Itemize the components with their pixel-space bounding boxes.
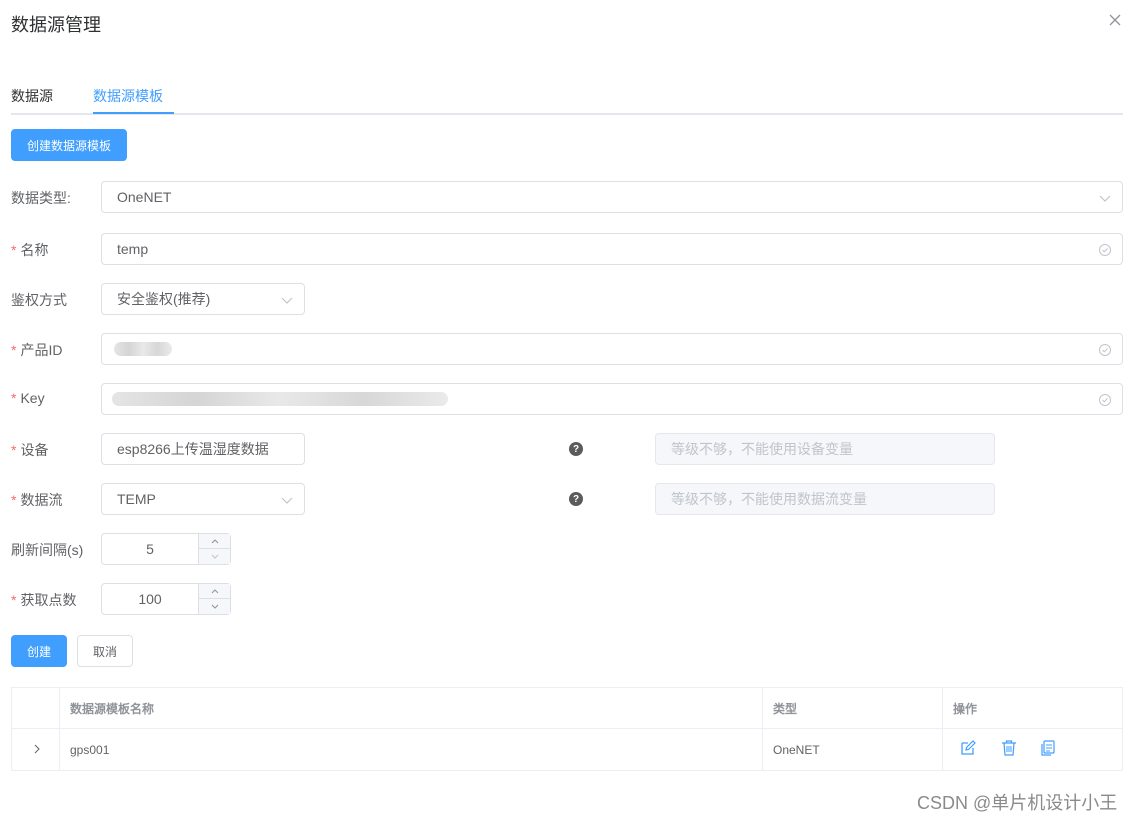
name-input[interactable]: temp xyxy=(101,233,1123,265)
device-label: * 设备 xyxy=(11,442,49,458)
increase-button[interactable] xyxy=(199,584,230,599)
device-variable-input: 等级不够，不能使用设备变量 xyxy=(655,433,995,465)
key-label: * Key xyxy=(11,390,45,406)
data-type-label: 数据类型: xyxy=(11,190,71,206)
name-label: * 名称 xyxy=(11,242,49,258)
create-button[interactable]: 创建 xyxy=(11,635,67,667)
product-id-label: * 产品ID xyxy=(11,342,63,358)
device-select[interactable]: esp8266上传温湿度数据 xyxy=(101,433,305,465)
redacted-value xyxy=(114,342,172,356)
copy-icon[interactable] xyxy=(1039,739,1057,757)
template-table: 数据源模板名称 类型 操作 gps001 OneNET xyxy=(11,687,1123,771)
refresh-interval-label: 刷新间隔(s) xyxy=(11,542,84,558)
delete-icon[interactable] xyxy=(1000,739,1018,757)
column-header-type: 类型 xyxy=(773,701,798,716)
points-label: * 获取点数 xyxy=(11,592,77,608)
question-icon[interactable]: ? xyxy=(569,492,583,506)
decrease-button[interactable] xyxy=(199,599,230,614)
chevron-up-icon xyxy=(211,539,218,544)
datastream-select[interactable]: TEMP xyxy=(101,483,305,515)
tab-data-source[interactable]: 数据源 xyxy=(11,86,53,106)
key-input[interactable] xyxy=(101,383,1123,415)
active-tab-indicator xyxy=(93,112,174,114)
refresh-interval-stepper: 5 xyxy=(101,533,231,565)
check-circle-icon xyxy=(1099,344,1111,356)
question-icon[interactable]: ? xyxy=(569,442,583,456)
refresh-interval-input[interactable]: 5 xyxy=(102,534,198,564)
chevron-right-icon[interactable] xyxy=(31,743,43,755)
chevron-down-icon xyxy=(211,554,218,559)
watermark: CSDN @单片机设计小王 xyxy=(917,793,1118,813)
template-type-cell: OneNET xyxy=(773,743,820,757)
auth-select[interactable]: 安全鉴权(推荐) xyxy=(101,283,305,315)
column-header-actions: 操作 xyxy=(953,701,978,716)
column-header-name: 数据源模板名称 xyxy=(70,701,155,716)
datastream-variable-input: 等级不够，不能使用数据流变量 xyxy=(655,483,995,515)
increase-button[interactable] xyxy=(199,534,230,549)
datastream-label: * 数据流 xyxy=(11,492,63,508)
decrease-button[interactable] xyxy=(199,549,230,564)
chevron-down-icon xyxy=(281,497,293,504)
redacted-value xyxy=(112,392,448,406)
dialog-title: 数据源管理 xyxy=(11,15,101,35)
points-input[interactable]: 100 xyxy=(102,584,198,614)
auth-label: 鉴权方式 xyxy=(11,292,67,308)
product-id-input[interactable] xyxy=(101,333,1123,365)
close-icon[interactable] xyxy=(1106,11,1124,29)
check-circle-icon xyxy=(1099,394,1111,406)
data-type-select[interactable]: OneNET xyxy=(101,181,1123,213)
chevron-down-icon xyxy=(211,604,218,609)
tab-data-source-template[interactable]: 数据源模板 xyxy=(93,86,163,106)
check-circle-icon xyxy=(1099,244,1111,256)
create-template-button[interactable]: 创建数据源模板 xyxy=(11,129,127,161)
template-name-cell: gps001 xyxy=(70,743,110,757)
stepper-controls xyxy=(198,584,230,614)
tab-bar: 数据源 数据源模板 xyxy=(11,76,1123,115)
chevron-down-icon xyxy=(1099,195,1111,202)
stepper-controls xyxy=(198,534,230,564)
cancel-button[interactable]: 取消 xyxy=(77,635,133,667)
edit-icon[interactable] xyxy=(959,739,977,757)
chevron-down-icon xyxy=(281,297,293,304)
points-stepper: 100 xyxy=(101,583,231,615)
chevron-up-icon xyxy=(211,589,218,594)
